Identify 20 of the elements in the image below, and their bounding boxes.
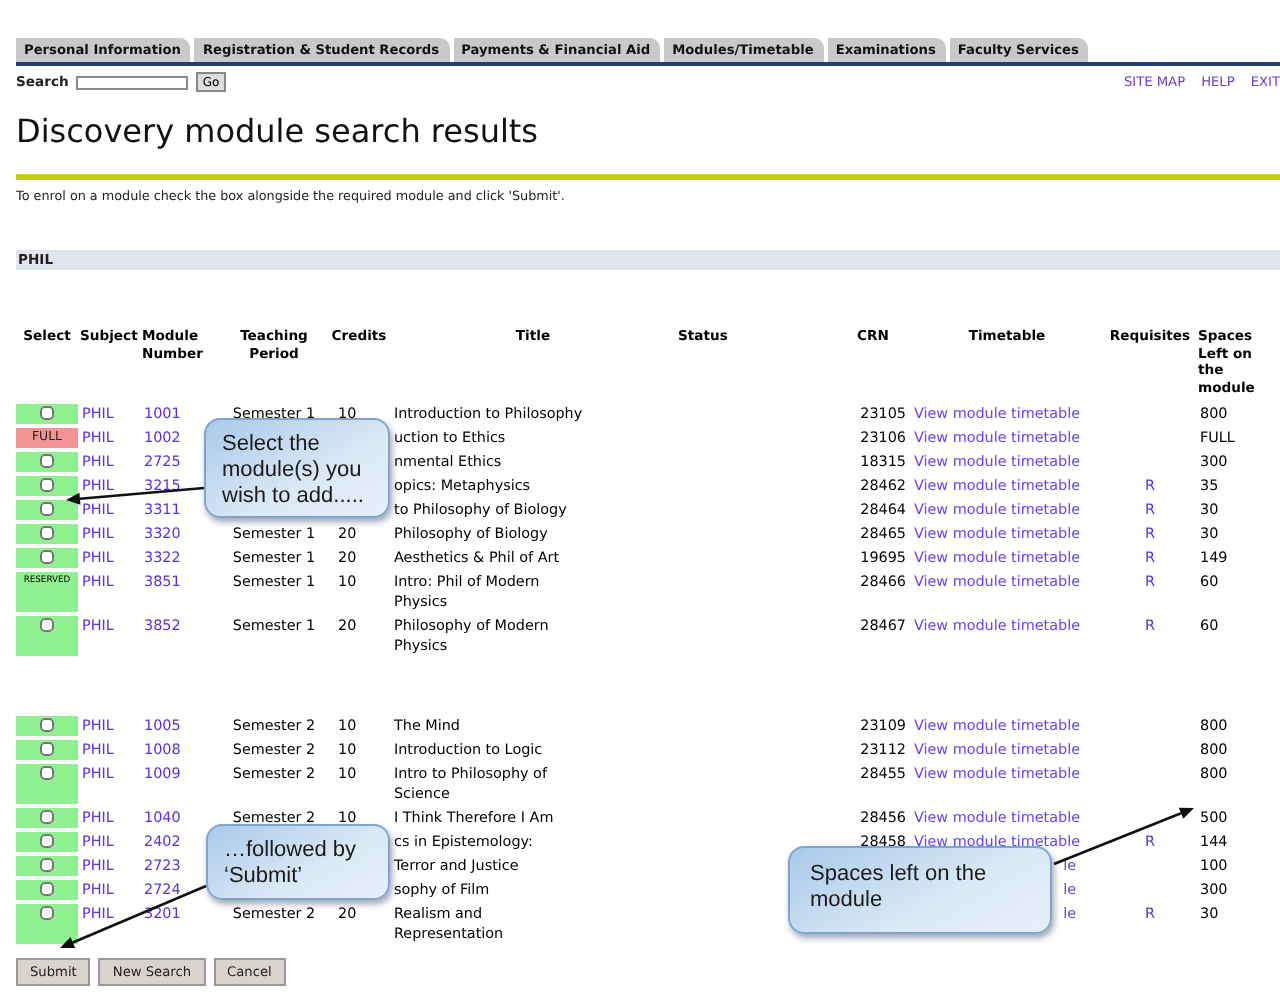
callout-box: …followed by ‘Submit’ (206, 824, 390, 900)
page-title: Discovery module search results (16, 112, 541, 150)
select-checkbox[interactable] (40, 550, 54, 564)
select-checkbox[interactable] (40, 618, 54, 632)
select-checkbox[interactable] (40, 502, 54, 516)
select-checkbox[interactable] (40, 810, 54, 824)
select-checkbox[interactable] (40, 406, 54, 420)
select-checkbox[interactable] (40, 834, 54, 848)
select-checkbox[interactable] (40, 454, 54, 468)
callout-box: Spaces left on the module (788, 846, 1052, 934)
select-checkbox[interactable] (40, 882, 54, 896)
select-checkbox[interactable] (40, 718, 54, 732)
select-checkbox[interactable] (40, 478, 54, 492)
select-checkbox[interactable] (40, 906, 54, 920)
select-checkbox[interactable] (40, 858, 54, 872)
select-checkbox[interactable] (40, 766, 54, 780)
search-field[interactable] (76, 75, 189, 89)
select-checkbox[interactable] (40, 526, 54, 540)
callout-box: Select the module(s) you wish to add..... (204, 418, 390, 518)
select-checkbox[interactable] (40, 742, 54, 756)
